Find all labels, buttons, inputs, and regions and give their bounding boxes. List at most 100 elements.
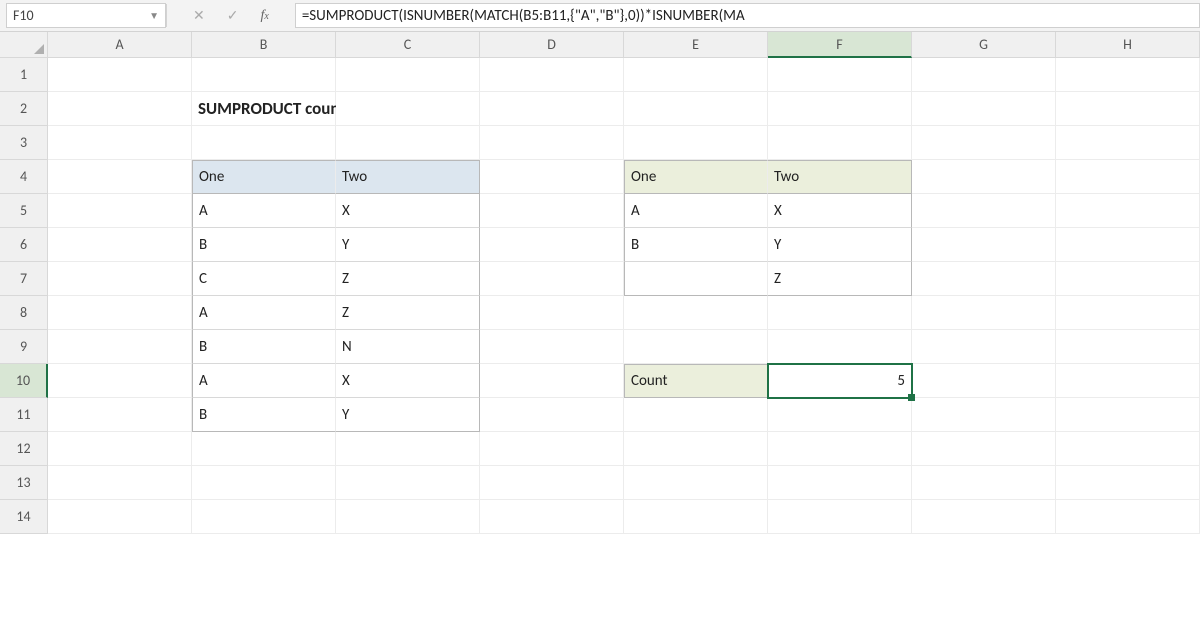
- cell-B4[interactable]: One: [192, 160, 336, 194]
- cell-E14[interactable]: [624, 500, 768, 534]
- cell-C2[interactable]: [336, 92, 480, 126]
- cell-H10[interactable]: [1056, 364, 1200, 398]
- cell-H4[interactable]: [1056, 160, 1200, 194]
- cell-H9[interactable]: [1056, 330, 1200, 364]
- column-header-A[interactable]: A: [48, 32, 192, 58]
- formula-input[interactable]: =SUMPRODUCT(ISNUMBER(MATCH(B5:B11,{"A","…: [295, 3, 1200, 28]
- column-header-F[interactable]: F: [768, 32, 912, 58]
- cell-E7[interactable]: [624, 262, 768, 296]
- cell-H3[interactable]: [1056, 126, 1200, 160]
- row-header-8[interactable]: 8: [0, 296, 48, 330]
- cell-E5[interactable]: A: [624, 194, 768, 228]
- cell-B11[interactable]: B: [192, 398, 336, 432]
- cell-G10[interactable]: [912, 364, 1056, 398]
- cell-A9[interactable]: [48, 330, 192, 364]
- cell-G5[interactable]: [912, 194, 1056, 228]
- row-header-4[interactable]: 4: [0, 160, 48, 194]
- cell-B14[interactable]: [192, 500, 336, 534]
- cell-A14[interactable]: [48, 500, 192, 534]
- cell-A10[interactable]: [48, 364, 192, 398]
- cell-C5[interactable]: X: [336, 194, 480, 228]
- cell-D13[interactable]: [480, 466, 624, 500]
- cell-D7[interactable]: [480, 262, 624, 296]
- cell-F12[interactable]: [768, 432, 912, 466]
- cell-C1[interactable]: [336, 58, 480, 92]
- cell-B5[interactable]: A: [192, 194, 336, 228]
- cell-B8[interactable]: A: [192, 296, 336, 330]
- cell-C14[interactable]: [336, 500, 480, 534]
- row-header-9[interactable]: 9: [0, 330, 48, 364]
- cell-E9[interactable]: [624, 330, 768, 364]
- cell-B10[interactable]: A: [192, 364, 336, 398]
- cell-C3[interactable]: [336, 126, 480, 160]
- cell-H12[interactable]: [1056, 432, 1200, 466]
- cell-A1[interactable]: [48, 58, 192, 92]
- cell-E10[interactable]: Count: [624, 364, 768, 398]
- row-header-10[interactable]: 10: [0, 364, 48, 398]
- cell-E4[interactable]: One: [624, 160, 768, 194]
- cell-D12[interactable]: [480, 432, 624, 466]
- cell-G11[interactable]: [912, 398, 1056, 432]
- cell-F5[interactable]: X: [768, 194, 912, 228]
- cell-F8[interactable]: [768, 296, 912, 330]
- cell-A2[interactable]: [48, 92, 192, 126]
- cell-E3[interactable]: [624, 126, 768, 160]
- cell-B7[interactable]: C: [192, 262, 336, 296]
- cell-A12[interactable]: [48, 432, 192, 466]
- cell-G1[interactable]: [912, 58, 1056, 92]
- row-header-7[interactable]: 7: [0, 262, 48, 296]
- column-header-G[interactable]: G: [912, 32, 1056, 58]
- row-header-12[interactable]: 12: [0, 432, 48, 466]
- cell-F1[interactable]: [768, 58, 912, 92]
- cell-C10[interactable]: X: [336, 364, 480, 398]
- cell-A7[interactable]: [48, 262, 192, 296]
- cell-G2[interactable]: [912, 92, 1056, 126]
- cell-H7[interactable]: [1056, 262, 1200, 296]
- cell-F11[interactable]: [768, 398, 912, 432]
- chevron-down-icon[interactable]: ▼: [149, 9, 159, 22]
- cell-G4[interactable]: [912, 160, 1056, 194]
- cell-F13[interactable]: [768, 466, 912, 500]
- cell-E1[interactable]: [624, 58, 768, 92]
- cell-E8[interactable]: [624, 296, 768, 330]
- cell-D2[interactable]: [480, 92, 624, 126]
- row-header-6[interactable]: 6: [0, 228, 48, 262]
- cell-G7[interactable]: [912, 262, 1056, 296]
- column-header-H[interactable]: H: [1056, 32, 1200, 58]
- cell-F3[interactable]: [768, 126, 912, 160]
- cell-F10[interactable]: 5: [768, 364, 912, 398]
- cell-B3[interactable]: [192, 126, 336, 160]
- row-header-2[interactable]: 2: [0, 92, 48, 126]
- cell-H14[interactable]: [1056, 500, 1200, 534]
- fx-icon[interactable]: fx: [260, 8, 268, 24]
- cell-F9[interactable]: [768, 330, 912, 364]
- cell-F4[interactable]: Two: [768, 160, 912, 194]
- row-header-13[interactable]: 13: [0, 466, 48, 500]
- cell-H1[interactable]: [1056, 58, 1200, 92]
- column-header-E[interactable]: E: [624, 32, 768, 58]
- cell-G13[interactable]: [912, 466, 1056, 500]
- cell-H6[interactable]: [1056, 228, 1200, 262]
- cell-D6[interactable]: [480, 228, 624, 262]
- cell-E12[interactable]: [624, 432, 768, 466]
- cell-D9[interactable]: [480, 330, 624, 364]
- cell-H8[interactable]: [1056, 296, 1200, 330]
- cell-A3[interactable]: [48, 126, 192, 160]
- cell-G6[interactable]: [912, 228, 1056, 262]
- cell-H13[interactable]: [1056, 466, 1200, 500]
- cell-D11[interactable]: [480, 398, 624, 432]
- row-header-5[interactable]: 5: [0, 194, 48, 228]
- cell-A11[interactable]: [48, 398, 192, 432]
- cell-A5[interactable]: [48, 194, 192, 228]
- cell-E2[interactable]: [624, 92, 768, 126]
- cell-A6[interactable]: [48, 228, 192, 262]
- cell-E11[interactable]: [624, 398, 768, 432]
- cell-G3[interactable]: [912, 126, 1056, 160]
- name-box[interactable]: F10 ▼: [6, 3, 166, 28]
- cell-D1[interactable]: [480, 58, 624, 92]
- cell-B9[interactable]: B: [192, 330, 336, 364]
- cell-F2[interactable]: [768, 92, 912, 126]
- cell-E13[interactable]: [624, 466, 768, 500]
- cell-B13[interactable]: [192, 466, 336, 500]
- cell-G8[interactable]: [912, 296, 1056, 330]
